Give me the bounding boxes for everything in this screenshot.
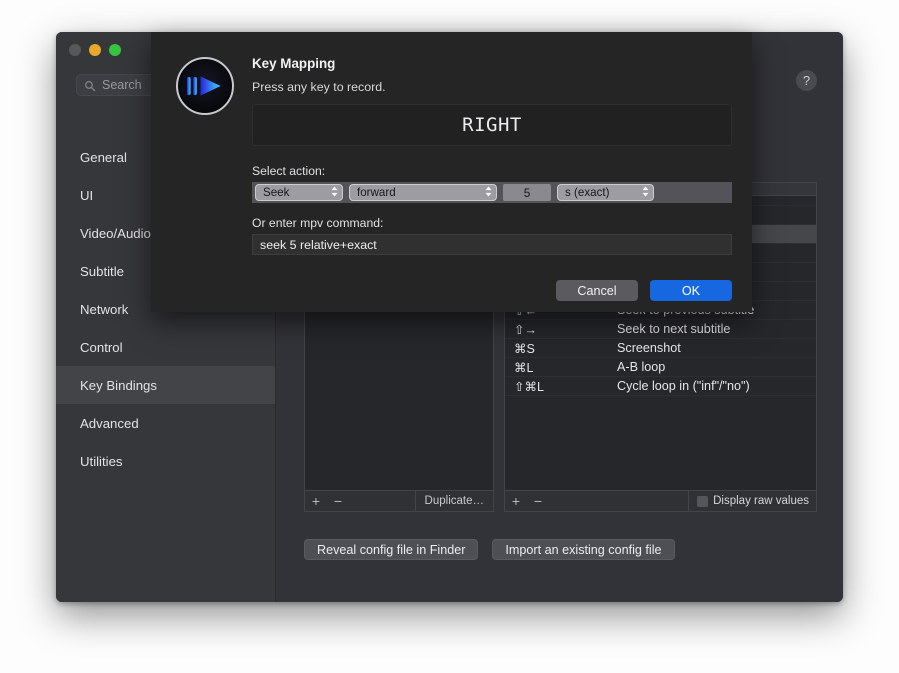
binding-action: Seek to next subtitle: [617, 322, 731, 336]
remove-binding-button[interactable]: −: [527, 491, 549, 511]
cancel-button[interactable]: Cancel: [556, 280, 638, 301]
chevron-updown-icon: [330, 185, 339, 201]
import-config-button[interactable]: Import an existing config file: [492, 539, 675, 560]
sidebar-item-label: General: [80, 149, 127, 165]
sidebar-item-label: Utilities: [80, 453, 123, 469]
sidebar-item-label: Advanced: [80, 415, 139, 431]
select-value: forward: [357, 186, 396, 199]
remove-config-button[interactable]: −: [327, 491, 349, 511]
binding-action: Cycle loop in ("inf"/"no"): [617, 379, 750, 393]
action-amount-input[interactable]: 5: [503, 184, 551, 201]
table-row[interactable]: ⇧→ Seek to next subtitle: [505, 320, 816, 339]
dialog-buttons: Cancel OK: [556, 280, 732, 301]
sidebar-item-key-bindings[interactable]: Key Bindings: [56, 366, 275, 404]
help-button[interactable]: ?: [796, 70, 817, 91]
duplicate-config-button[interactable]: Duplicate…: [414, 491, 493, 511]
checkbox-box: [697, 495, 709, 507]
minimize-window-button[interactable]: [89, 44, 101, 56]
action-command-select[interactable]: Seek: [255, 184, 343, 201]
add-binding-button[interactable]: +: [505, 491, 527, 511]
select-value: Seek: [263, 186, 290, 199]
binding-key: ⇧→: [514, 322, 537, 337]
dialog-title: Key Mapping: [252, 56, 336, 71]
sidebar-item-label: Subtitle: [80, 263, 124, 279]
mpv-command-label: Or enter mpv command:: [252, 216, 384, 230]
config-list-footer: + − Duplicate…: [305, 490, 493, 511]
ok-button[interactable]: OK: [650, 280, 732, 301]
recorded-key-display[interactable]: RIGHT: [252, 104, 732, 146]
mpv-command-input[interactable]: seek 5 relative+exact: [252, 234, 732, 255]
traffic-lights: [69, 44, 121, 56]
select-action-label: Select action:: [252, 164, 326, 178]
binding-action: Screenshot: [617, 341, 681, 355]
display-raw-values-checkbox[interactable]: Display raw values: [688, 491, 816, 511]
binding-key: ⌘S: [514, 341, 535, 356]
sidebar-item-utilities[interactable]: Utilities: [56, 442, 275, 480]
binding-key: ⇧⌘L: [514, 379, 544, 394]
table-row[interactable]: ⌘L A-B loop: [505, 358, 816, 377]
dialog-subtitle: Press any key to record.: [252, 80, 386, 94]
iina-app-icon: [176, 57, 234, 115]
screen: Search General UI Video/Audio Subtitle N…: [0, 0, 899, 673]
sidebar-item-label: Key Bindings: [80, 377, 157, 393]
zoom-window-button[interactable]: [109, 44, 121, 56]
action-builder-row: Seek forward 5 s (exact): [252, 182, 732, 203]
action-direction-select[interactable]: forward: [349, 184, 497, 201]
sidebar-item-label: UI: [80, 187, 94, 203]
reveal-config-button[interactable]: Reveal config file in Finder: [304, 539, 479, 560]
config-actions: Reveal config file in Finder Import an e…: [304, 539, 675, 560]
table-row[interactable]: ⌘S Screenshot: [505, 339, 816, 358]
sidebar-item-control[interactable]: Control: [56, 328, 275, 366]
sidebar-item-label: Network: [80, 301, 129, 317]
table-row[interactable]: ⇧⌘L Cycle loop in ("inf"/"no"): [505, 377, 816, 396]
checkbox-label: Display raw values: [713, 495, 809, 507]
binding-key: ⌘L: [514, 360, 534, 375]
close-window-button[interactable]: [69, 44, 81, 56]
sidebar-item-label: Control: [80, 339, 123, 355]
binding-action: A-B loop: [617, 360, 666, 374]
sidebar-item-advanced[interactable]: Advanced: [56, 404, 275, 442]
bindings-list-footer: + − Display raw values: [505, 490, 816, 511]
chevron-updown-icon: [484, 185, 493, 201]
action-unit-select[interactable]: s (exact): [557, 184, 654, 201]
sidebar-item-label: Video/Audio: [80, 225, 151, 241]
search-placeholder: Search: [102, 78, 142, 92]
add-config-button[interactable]: +: [305, 491, 327, 511]
key-mapping-dialog: Key Mapping Press any key to record. RIG…: [151, 32, 752, 312]
search-icon: [84, 79, 96, 92]
select-value: s (exact): [565, 186, 610, 199]
chevron-updown-icon: [641, 185, 650, 201]
